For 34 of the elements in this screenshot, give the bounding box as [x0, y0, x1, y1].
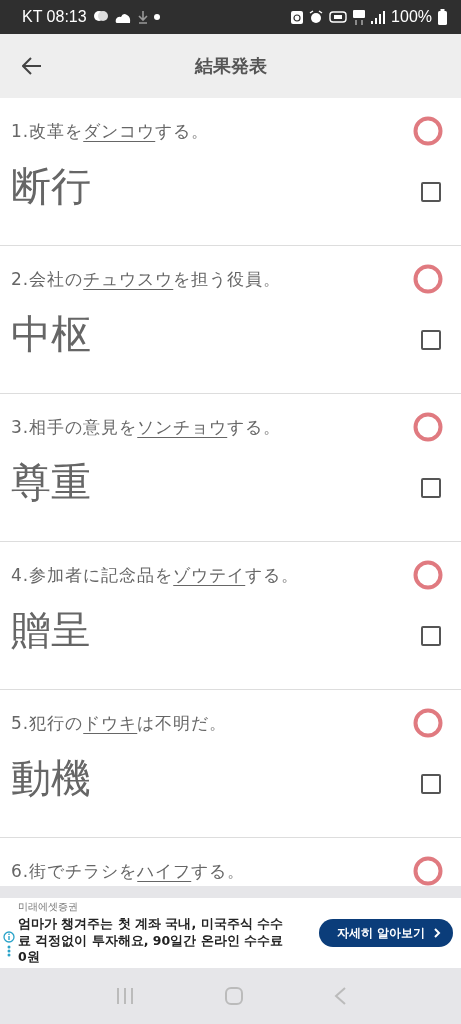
info-icon[interactable] [3, 931, 15, 943]
question-text: 6.街でチラシをハイフする。 [11, 859, 246, 883]
advertiser-name: 미래에셋증권 [18, 899, 79, 914]
question-text: 5.犯行の ドウキ は不明だ。 [11, 711, 228, 735]
checkbox[interactable] [421, 626, 441, 646]
cloud-icon [114, 11, 132, 23]
signal-icon [371, 10, 386, 24]
dot-icon [153, 14, 160, 20]
carrier-time: KT 08:13 [22, 8, 87, 26]
more-icon[interactable] [7, 945, 11, 957]
checkbox[interactable] [421, 182, 441, 202]
answer-text: 断行 [11, 162, 91, 210]
checkbox[interactable] [421, 330, 441, 350]
checkbox[interactable] [421, 478, 441, 498]
alarm-icon [309, 10, 324, 24]
ad-text: 엄마가 챙겨주는 첫 계좌 국내, 미국주식 수수료 걱정없이 투자해요, 90일간 온라인 수수료 0원 [18, 915, 284, 967]
battery-percent: 100% [391, 8, 432, 26]
battery-icon [438, 9, 447, 25]
chat-icon [92, 10, 109, 24]
chevron-icon [434, 928, 441, 938]
question-text: 1.改革を ダンコウする。 [11, 119, 210, 143]
answer-text: 中枢 [11, 310, 91, 358]
download-icon [137, 10, 148, 24]
answer-text: 尊重 [11, 458, 91, 506]
question-text: 2.会社のチュウスウ を担う役員。 [11, 267, 282, 291]
screen-title: 結果発表 [193, 54, 268, 78]
question-text: 4.参加者に記念品を ゾウテイする。 [11, 563, 300, 587]
answer-text: 贈呈 [11, 606, 91, 654]
learn-more-button[interactable]: 자세히 알아보기 [318, 919, 453, 947]
question-text: 3.相手の意見を ソンチョウする。 [11, 415, 282, 439]
back-arrow-icon[interactable] [22, 57, 42, 75]
hd-icon [329, 11, 348, 23]
answer-text: 動機 [11, 754, 91, 802]
checkbox[interactable] [421, 774, 441, 794]
